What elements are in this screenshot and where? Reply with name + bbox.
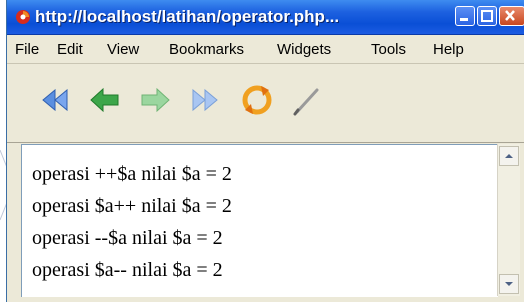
minimize-icon xyxy=(460,18,468,21)
back-icon[interactable] xyxy=(87,82,123,118)
menu-help[interactable]: Help xyxy=(433,41,464,58)
menu-widgets[interactable]: Widgets xyxy=(277,41,331,58)
output-line-4: operasi $a-- nilai $a = 2 xyxy=(32,259,223,281)
minimize-button[interactable] xyxy=(455,6,475,26)
maximize-button[interactable] xyxy=(477,6,497,26)
navigation-toolbar xyxy=(7,64,524,143)
title-bar[interactable]: http://localhost/latihan/operator.php... xyxy=(7,0,524,35)
reload-icon[interactable] xyxy=(239,82,275,118)
close-icon xyxy=(505,10,515,21)
menu-bar: File Edit View Bookmarks Widgets Tools H… xyxy=(7,35,524,64)
window-title: http://localhost/latihan/operator.php... xyxy=(35,7,340,26)
fast-forward-icon[interactable] xyxy=(187,82,223,118)
menu-view[interactable]: View xyxy=(107,41,139,58)
scroll-down-button[interactable] xyxy=(499,274,519,294)
menu-tools[interactable]: Tools xyxy=(371,41,406,58)
chevron-down-icon xyxy=(505,282,513,286)
output-line-2: operasi $a++ nilai $a = 2 xyxy=(32,195,232,217)
rewind-icon[interactable] xyxy=(37,82,73,118)
browser-logo-icon xyxy=(16,10,30,24)
forward-icon[interactable] xyxy=(137,82,173,118)
output-line-1: operasi ++$a nilai $a = 2 xyxy=(32,163,232,185)
maximize-icon xyxy=(481,10,493,22)
close-button[interactable] xyxy=(499,6,524,26)
scroll-up-button[interactable] xyxy=(499,146,519,166)
menu-bookmarks[interactable]: Bookmarks xyxy=(169,41,244,58)
chevron-up-icon xyxy=(505,154,513,158)
browser-window: http://localhost/latihan/operator.php...… xyxy=(6,0,524,302)
menu-file[interactable]: File xyxy=(15,41,39,58)
vertical-scrollbar[interactable] xyxy=(497,144,520,296)
page-content: operasi ++$a nilai $a = 2 operasi $a++ n… xyxy=(21,144,498,297)
menu-edit[interactable]: Edit xyxy=(57,41,83,58)
edit-icon[interactable] xyxy=(289,82,325,118)
output-line-3: operasi --$a nilai $a = 2 xyxy=(32,227,223,249)
